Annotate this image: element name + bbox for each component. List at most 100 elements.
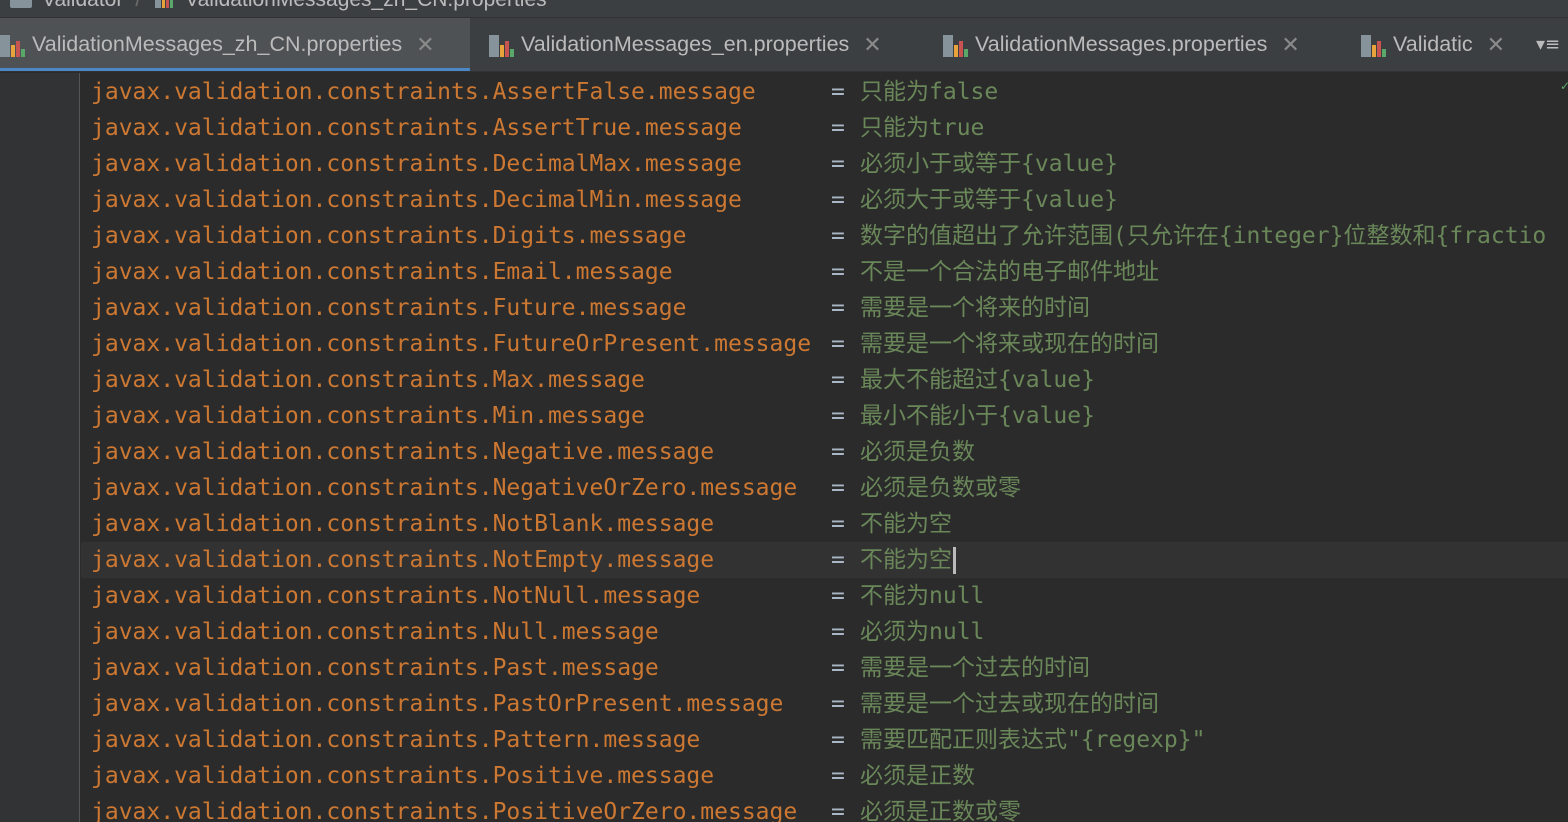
property-value: 必须是正数或零 [860, 799, 1021, 822]
close-icon[interactable]: ✕ [1281, 33, 1299, 56]
close-icon[interactable]: ✕ [416, 33, 434, 56]
code-line[interactable]: 1javax.validation.constraints.PositiveOr… [81, 794, 1568, 822]
code-editor[interactable]: ✓ 1javax.validation.constraints.AssertFa… [81, 73, 1568, 822]
code-line[interactable]: 6javax.validation.constraints.Email.mess… [81, 254, 1568, 290]
property-value: 不能为null [860, 583, 985, 609]
property-value: 需要是一个过去或现在的时间 [860, 691, 1159, 717]
code-line[interactable]: 0javax.validation.constraints.Min.messag… [81, 398, 1568, 434]
property-key: javax.validation.constraints.FutureOrPre… [91, 331, 812, 357]
property-key: javax.validation.constraints.Positive.me… [91, 763, 715, 789]
property-value: 不是一个合法的电子邮件地址 [860, 259, 1159, 285]
property-separator: = [831, 259, 845, 285]
property-value: 必须是正数 [860, 763, 975, 789]
breadcrumb-file[interactable]: ValidationMessages_zh_CN.properties [185, 0, 546, 12]
property-value: 不能为空 [860, 511, 952, 537]
code-line[interactable]: 1javax.validation.constraints.Negative.m… [81, 434, 1568, 470]
properties-file-icon [1361, 31, 1387, 59]
text-caret [953, 547, 956, 574]
properties-file-icon [0, 31, 26, 59]
tab-validationmessages-en[interactable]: ValidationMessages_en.properties ✕ [489, 18, 929, 71]
property-key: javax.validation.constraints.Pattern.mes… [91, 727, 701, 753]
close-icon[interactable]: ✕ [863, 33, 881, 56]
code-line[interactable]: 3javax.validation.constraints.NotBlank.m… [81, 506, 1568, 542]
property-value: 必须是负数 [860, 439, 975, 465]
tab-validationmessages[interactable]: ValidationMessages.properties ✕ [943, 18, 1347, 71]
code-line[interactable]: 2javax.validation.constraints.NegativeOr… [81, 470, 1568, 506]
property-key: javax.validation.constraints.AssertFalse… [91, 79, 756, 105]
properties-file-icon [943, 31, 969, 59]
code-line[interactable]: 2javax.validation.constraints.AssertTrue… [81, 110, 1568, 146]
code-line[interactable]: 8javax.validation.constraints.FutureOrPr… [81, 326, 1568, 362]
code-line[interactable]: 4javax.validation.constraints.DecimalMin… [81, 182, 1568, 218]
code-line[interactable]: 8javax.validation.constraints.PastOrPres… [81, 686, 1568, 722]
tab-label: Validatic [1393, 32, 1473, 56]
property-separator: = [831, 727, 845, 753]
property-separator: = [831, 151, 845, 177]
close-icon[interactable]: ✕ [1487, 33, 1505, 56]
active-tab-indicator [0, 68, 470, 71]
code-line[interactable]: 5javax.validation.constraints.NotNull.me… [81, 578, 1568, 614]
property-key: javax.validation.constraints.Past.messag… [91, 655, 659, 681]
breadcrumb-project[interactable]: Validator [42, 0, 123, 12]
property-key: javax.validation.constraints.Min.message [91, 403, 645, 429]
property-key: javax.validation.constraints.PastOrPrese… [91, 691, 784, 717]
tab-list-menu-icon[interactable]: ▾≡ [1528, 18, 1568, 71]
property-separator: = [831, 367, 845, 393]
tab-label: ValidationMessages.properties [975, 32, 1268, 56]
property-separator: = [831, 403, 845, 429]
property-separator: = [831, 79, 845, 105]
property-key: javax.validation.constraints.Future.mess… [91, 295, 687, 321]
property-separator: = [831, 547, 845, 573]
tab-validatic[interactable]: Validatic ✕ [1361, 18, 1527, 71]
property-separator: = [831, 619, 845, 645]
property-key: javax.validation.constraints.NotNull.mes… [91, 583, 701, 609]
property-value: 只能为false [860, 79, 999, 105]
property-separator: = [831, 583, 845, 609]
property-value: 只能为true [860, 115, 985, 141]
property-value: 必须是负数或零 [860, 475, 1021, 501]
property-separator: = [831, 223, 845, 249]
property-value: 不能为空 [860, 547, 952, 573]
property-key: javax.validation.constraints.DecimalMin.… [91, 187, 742, 213]
code-line[interactable]: 7javax.validation.constraints.Past.messa… [81, 650, 1568, 686]
property-key: javax.validation.constraints.Null.messag… [91, 619, 659, 645]
property-key: javax.validation.constraints.Negative.me… [91, 439, 715, 465]
property-value: 需要是一个将来的时间 [860, 295, 1090, 321]
code-line[interactable]: 7javax.validation.constraints.Future.mes… [81, 290, 1568, 326]
property-separator: = [831, 799, 845, 822]
property-key: javax.validation.constraints.Max.message [91, 367, 645, 393]
code-line[interactable]: 1javax.validation.constraints.AssertFals… [81, 74, 1568, 110]
editor-tab-bar: ValidationMessages_zh_CN.properties ✕ Va… [0, 18, 1568, 72]
code-line[interactable]: 9javax.validation.constraints.Pattern.me… [81, 722, 1568, 758]
property-key: javax.validation.constraints.DecimalMax.… [91, 151, 742, 177]
code-line[interactable]: 9javax.validation.constraints.Max.messag… [81, 362, 1568, 398]
code-line[interactable]: 6javax.validation.constraints.Null.messa… [81, 614, 1568, 650]
property-separator: = [831, 331, 845, 357]
property-value: 必须大于或等于{value} [860, 187, 1118, 213]
property-separator: = [831, 763, 845, 789]
property-key: javax.validation.constraints.AssertTrue.… [91, 115, 742, 141]
property-key: javax.validation.constraints.NotBlank.me… [91, 511, 715, 537]
property-value: 最小不能小于{value} [860, 403, 1095, 429]
code-line[interactable]: 4javax.validation.constraints.NotEmpty.m… [81, 542, 1568, 578]
code-line[interactable]: 5javax.validation.constraints.Digits.mes… [81, 218, 1568, 254]
property-value: 需要匹配正则表达式"{regexp}" [860, 727, 1206, 753]
tab-validationmessages-zh-cn[interactable]: ValidationMessages_zh_CN.properties ✕ [0, 18, 470, 71]
folder-icon [10, 0, 32, 8]
properties-file-icon [489, 31, 515, 59]
property-key: javax.validation.constraints.NotEmpty.me… [91, 547, 715, 573]
property-separator: = [831, 511, 845, 537]
property-key: javax.validation.constraints.PositiveOrZ… [91, 799, 798, 822]
breadcrumb-separator: / [135, 0, 141, 12]
property-value: 必须小于或等于{value} [860, 151, 1118, 177]
breadcrumb: Validator / ValidationMessages_zh_CN.pro… [0, 0, 1568, 18]
code-line[interactable]: 0javax.validation.constraints.Positive.m… [81, 758, 1568, 794]
code-line[interactable]: 3javax.validation.constraints.DecimalMax… [81, 146, 1568, 182]
property-separator: = [831, 655, 845, 681]
tab-label: ValidationMessages_zh_CN.properties [32, 32, 403, 56]
properties-file-icon [153, 0, 175, 10]
tab-label: ValidationMessages_en.properties [521, 32, 850, 56]
property-separator: = [831, 187, 845, 213]
property-value: 数字的值超出了允许范围(只允许在{integer}位整数和{fractio [860, 223, 1547, 249]
property-separator: = [831, 691, 845, 717]
